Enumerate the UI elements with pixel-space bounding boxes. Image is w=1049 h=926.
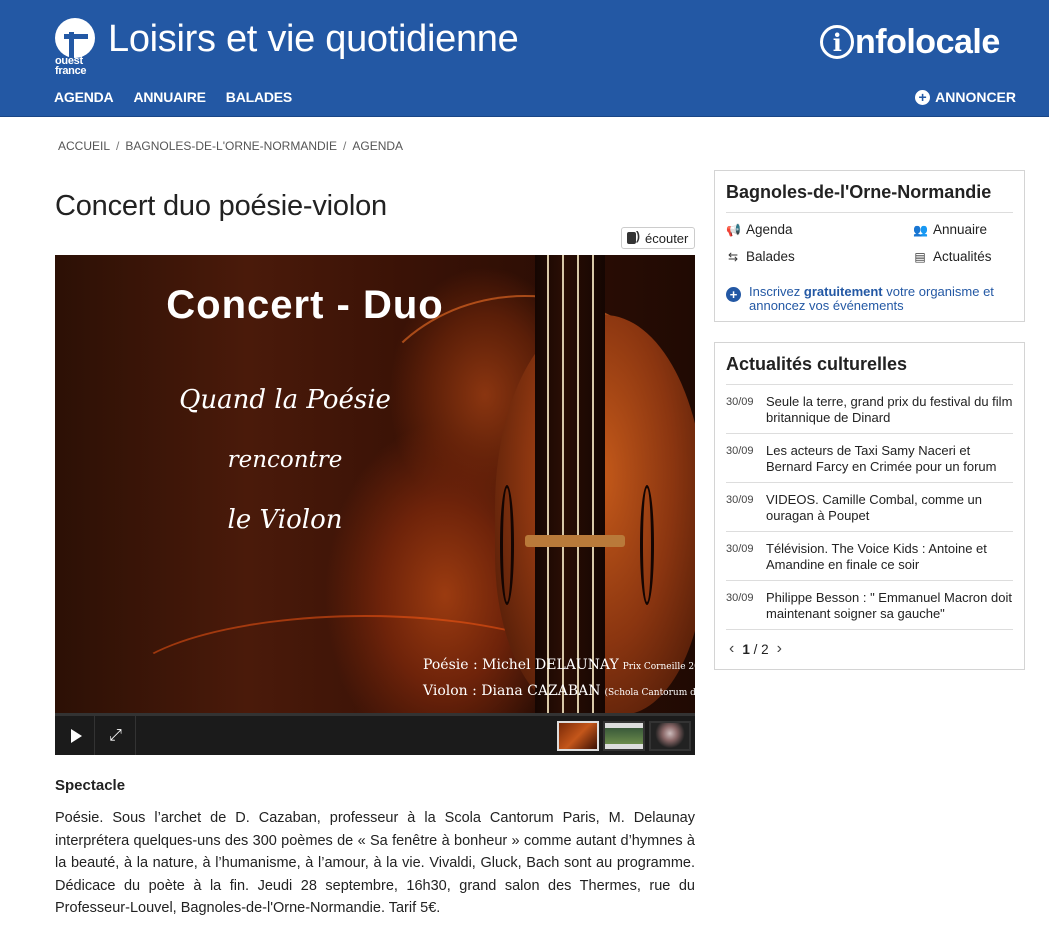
news-box: Actualités culturelles 30/09 Seule la te… [714, 342, 1025, 670]
town-title[interactable]: Bagnoles-de-l'Orne-Normandie [726, 182, 1013, 213]
news-list: 30/09 Seule la terre, grand prix du fest… [726, 385, 1013, 630]
breadcrumb-home[interactable]: ACCUEIL [58, 139, 110, 153]
town-link-balades[interactable]: ⇆ Balades [726, 249, 795, 264]
site-title[interactable]: Loisirs et vie quotidienne [108, 18, 519, 61]
signpost-icon: ⇆ [727, 249, 739, 264]
news-date: 30/09 [726, 396, 754, 408]
news-headline[interactable]: Philippe Besson : " Emmanuel Macron doit… [766, 590, 1013, 621]
event-poster-image: Concert - Duo Quand la Poésie rencontre … [55, 255, 695, 755]
news-item[interactable]: 30/09 Seule la terre, grand prix du fest… [726, 385, 1013, 434]
newspaper-icon: ▤ [914, 249, 926, 264]
plus-circle-icon: + [726, 287, 741, 302]
infolocale-wordmark: nfolocale [855, 22, 1000, 61]
chevron-left-icon[interactable]: ‹ [729, 640, 734, 658]
users-icon: 👥 [913, 222, 928, 237]
infolocale-logo[interactable]: i nfolocale [820, 22, 1000, 62]
media-controls: ⤢ [55, 713, 695, 755]
town-links: 📢 Agenda 👥 Annuaire ⇆ Balades ▤ Actualit… [726, 213, 1013, 285]
ouest-france-logo[interactable]: ouest france [55, 18, 99, 80]
news-title: Actualités culturelles [726, 354, 1013, 385]
play-icon [70, 728, 82, 743]
news-headline[interactable]: Seule la terre, grand prix du festival d… [766, 394, 1013, 425]
thumbnail-1[interactable] [557, 721, 599, 751]
news-item[interactable]: 30/09 Télévision. The Voice Kids : Antoi… [726, 532, 1013, 581]
media-viewer: Concert - Duo Quand la Poésie rencontre … [55, 255, 695, 755]
nav-balades[interactable]: BALADES [226, 89, 292, 105]
thumbnail-3[interactable] [649, 721, 691, 751]
news-date: 30/09 [726, 592, 754, 604]
poster-credit-2: Violon : Diana CAZABAN (Schola Cantorum d… [423, 683, 695, 699]
pager-current: 1 [742, 641, 750, 657]
poster-credit-1: Poésie : Michel DELAUNAY Prix Corneille 2… [423, 657, 695, 673]
site-header: ouest france Loisirs et vie quotidienne … [0, 0, 1049, 117]
megaphone-icon: 📢 [726, 222, 741, 237]
play-button[interactable] [55, 716, 95, 755]
pager-total: / 2 [753, 641, 769, 657]
news-date: 30/09 [726, 494, 754, 506]
chevron-right-icon[interactable]: › [777, 640, 782, 658]
poster-line-1: Quand la Poésie [179, 385, 391, 415]
nav-annuaire[interactable]: ANNUAIRE [133, 89, 205, 105]
register-link[interactable]: + Inscrivez gratuitement votre organisme… [726, 285, 1013, 313]
ouest-france-logo-icon [55, 18, 95, 58]
announce-label: ANNONCER [935, 89, 1016, 105]
main-nav: AGENDA ANNUAIRE BALADES [54, 89, 312, 105]
plus-circle-icon: + [915, 89, 931, 105]
news-headline[interactable]: Les acteurs de Taxi Samy Naceri et Berna… [766, 443, 1013, 474]
speaker-icon [627, 229, 641, 245]
breadcrumb-agenda[interactable]: AGENDA [352, 139, 403, 153]
news-pager: ‹ 1 / 2 › [729, 640, 1013, 658]
news-date: 30/09 [726, 445, 754, 457]
nav-agenda[interactable]: AGENDA [54, 89, 114, 105]
town-link-agenda[interactable]: 📢 Agenda [726, 222, 793, 237]
expand-icon: ⤢ [109, 726, 122, 744]
event-category: Spectacle [55, 777, 126, 794]
news-headline[interactable]: VIDEOS. Camille Combal, comme un ouragan… [766, 492, 1013, 523]
listen-button[interactable]: écouter [621, 227, 695, 249]
announce-button[interactable]: + ANNONCER [915, 89, 1016, 105]
poster-line-2: rencontre [227, 447, 343, 473]
event-description: Poésie. Sous l’archet de D. Cazaban, pro… [55, 810, 695, 916]
news-item[interactable]: 30/09 Les acteurs de Taxi Samy Naceri et… [726, 434, 1013, 483]
news-headline[interactable]: Télévision. The Voice Kids : Antoine et … [766, 541, 1013, 572]
news-date: 30/09 [726, 543, 754, 555]
town-link-annuaire[interactable]: 👥 Annuaire [913, 222, 987, 237]
breadcrumb: ACCUEIL / BAGNOLES-DE-L'ORNE-NORMANDIE / AGE… [58, 139, 403, 153]
news-item[interactable]: 30/09 VIDEOS. Camille Combal, comme un o… [726, 483, 1013, 532]
poster-heading: Concert - Duo [166, 283, 444, 327]
thumbnail-2[interactable] [603, 721, 645, 751]
town-box: Bagnoles-de-l'Orne-Normandie 📢 Agenda 👥 … [714, 170, 1025, 322]
breadcrumb-separator: / [343, 139, 347, 153]
fullscreen-button[interactable]: ⤢ [96, 716, 136, 755]
poster-line-3: le Violon [227, 505, 343, 535]
news-item[interactable]: 30/09 Philippe Besson : " Emmanuel Macro… [726, 581, 1013, 630]
breadcrumb-separator: / [116, 139, 120, 153]
listen-label: écouter [645, 230, 689, 246]
logo-line-2: france [55, 65, 87, 77]
breadcrumb-town[interactable]: BAGNOLES-DE-L'ORNE-NORMANDIE [125, 139, 337, 153]
town-link-actualites[interactable]: ▤ Actualités [913, 249, 991, 264]
info-i-icon: i [820, 25, 854, 59]
page-title: Concert duo poésie-violon [55, 190, 387, 222]
